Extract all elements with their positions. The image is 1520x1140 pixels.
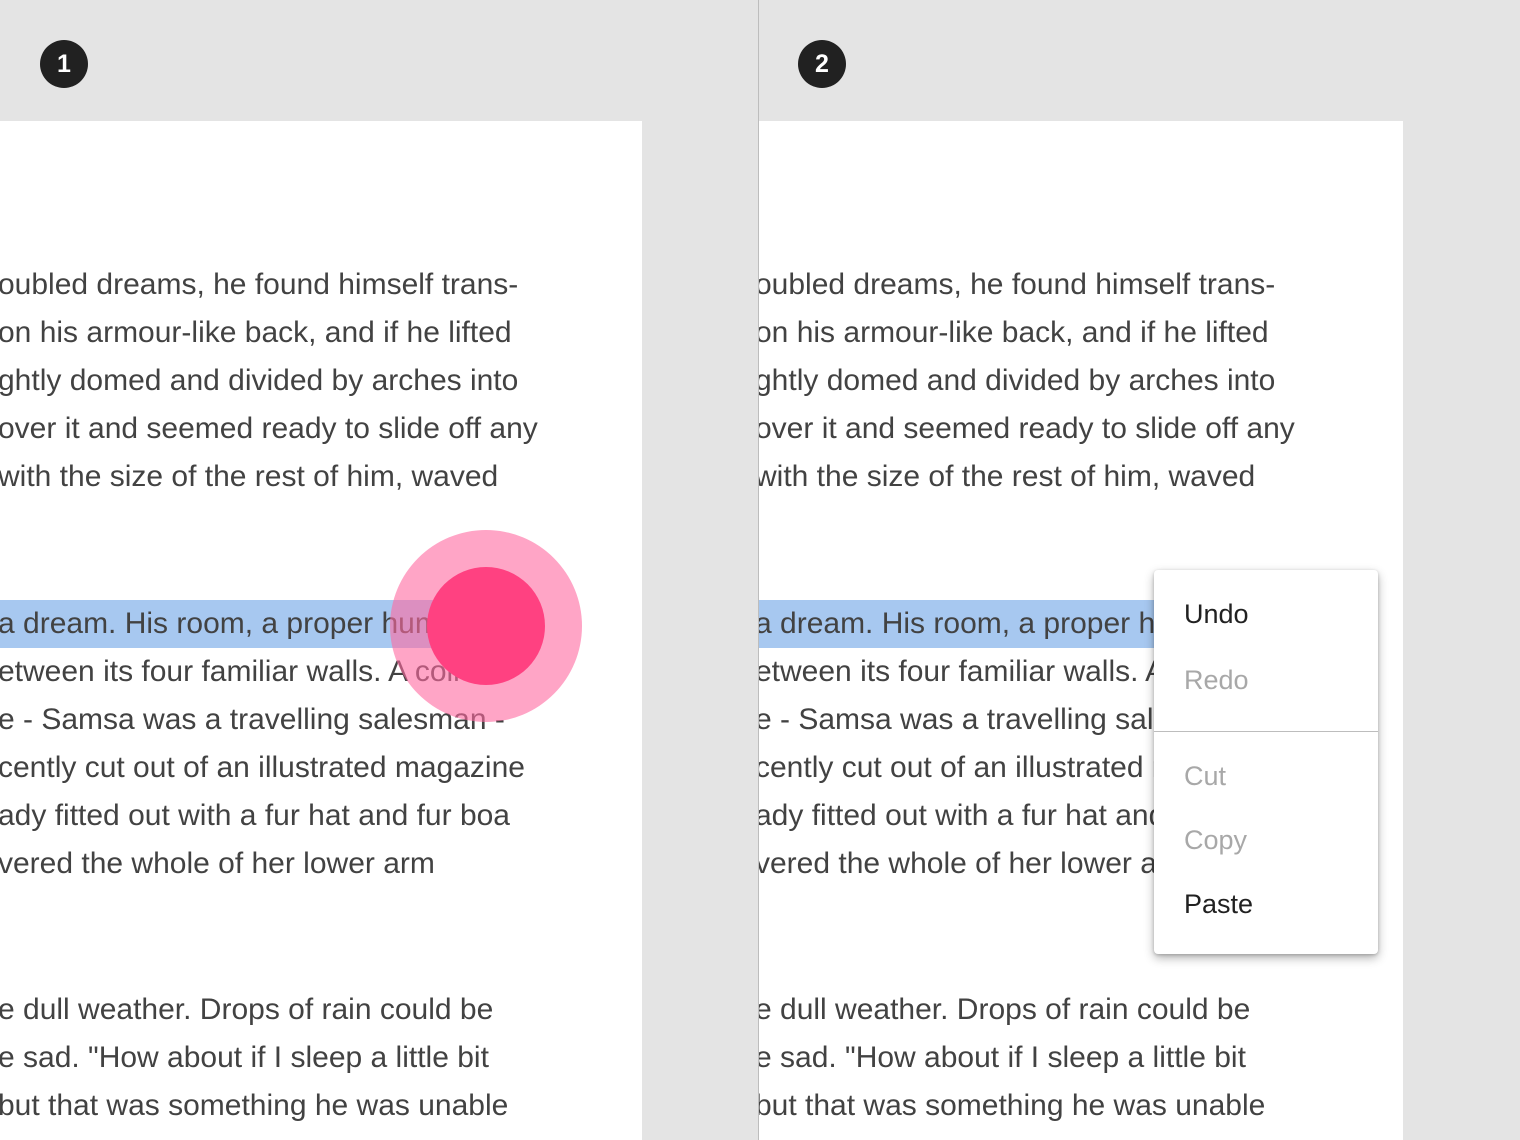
- text-line: e dull weather. Drops of rain could be: [0, 993, 494, 1026]
- text-line: oubled dreams, he found himself trans-: [759, 268, 1276, 301]
- touch-indicator: [427, 567, 545, 685]
- text-line: e dull weather. Drops of rain could be: [759, 993, 1251, 1026]
- text-line: on his armour-like back, and if he lifte…: [759, 316, 1269, 349]
- text-line: e sad. "How about if I sleep a little bi…: [759, 1041, 1246, 1074]
- step-1-panel: 1 oubled dreams, he found himself trans-…: [0, 0, 758, 1140]
- text-line: with the size of the rest of him, waved: [759, 460, 1256, 493]
- menu-item-undo[interactable]: Undo: [1154, 586, 1378, 642]
- text-line: e sad. "How about if I sleep a little bi…: [0, 1041, 489, 1074]
- text-line: with the size of the rest of him, waved: [0, 460, 499, 493]
- menu-item-redo[interactable]: Redo: [1154, 652, 1378, 708]
- document-page[interactable]: oubled dreams, he found himself trans- o…: [0, 121, 642, 1140]
- text-line: oubled dreams, he found himself trans-: [0, 268, 519, 301]
- text-line: ghtly domed and divided by arches into: [0, 364, 519, 397]
- text-line: over it and seemed ready to slide off an…: [759, 412, 1295, 445]
- text-line: vered the whole of her lower arm: [0, 847, 435, 880]
- text-line: ady fitted out with a fur hat and fur bo…: [0, 799, 510, 832]
- menu-divider: [1154, 731, 1378, 732]
- text-line: over it and seemed ready to slide off an…: [0, 412, 538, 445]
- step-number-badge: 1: [40, 40, 88, 88]
- text-line: cently cut out of an illustrated magazin…: [0, 751, 525, 784]
- text-line: but that was something he was unable: [759, 1089, 1266, 1122]
- menu-item-paste[interactable]: Paste: [1154, 876, 1378, 932]
- text-line: vered the whole of her lower arm: [759, 847, 1192, 880]
- text-context-menu: Undo Redo Cut Copy Paste: [1154, 570, 1378, 954]
- step-number-badge: 2: [798, 40, 846, 88]
- step-2-panel: 2 oubled dreams, he found himself trans-…: [759, 0, 1520, 1140]
- text-line: ghtly domed and divided by arches into: [759, 364, 1276, 397]
- menu-item-cut[interactable]: Cut: [1154, 748, 1378, 804]
- text-line: on his armour-like back, and if he lifte…: [0, 316, 512, 349]
- menu-item-copy[interactable]: Copy: [1154, 812, 1378, 868]
- text-line: but that was something he was unable: [0, 1089, 509, 1122]
